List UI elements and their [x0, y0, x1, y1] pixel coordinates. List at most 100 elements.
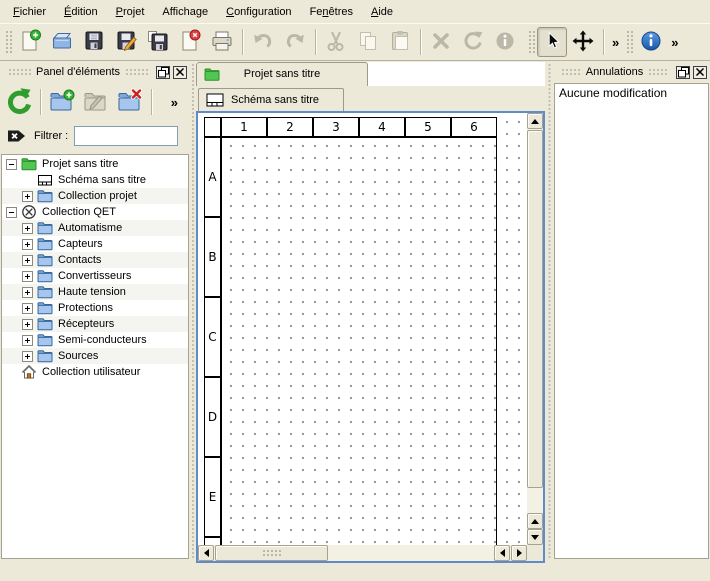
scroll-right-button[interactable] [511, 545, 527, 561]
save-icon [82, 29, 106, 56]
cut-button[interactable] [320, 26, 352, 58]
horizontal-scrollbar[interactable] [198, 545, 527, 561]
move-tool-button[interactable] [567, 26, 599, 58]
toolbar-drag-handle[interactable] [4, 29, 12, 55]
menu-aide[interactable]: Aide [362, 3, 402, 21]
schema-canvas[interactable]: 123456ABCDE [198, 113, 527, 545]
folder-blue-icon [37, 316, 53, 332]
expander-plus-icon[interactable] [22, 271, 33, 282]
undo-history-item[interactable]: Aucune modification [555, 84, 708, 102]
print-button[interactable] [206, 26, 238, 58]
menu-configuration[interactable]: Configuration [217, 3, 300, 21]
menu-fichier[interactable]: Fichier [4, 3, 55, 21]
elements-panel-titlebar[interactable]: Panel d'éléments [0, 64, 190, 80]
delete-button[interactable] [425, 26, 457, 58]
column-header-6: 6 [451, 117, 497, 137]
save-as-button[interactable] [110, 26, 142, 58]
scroll-up-button[interactable] [527, 113, 543, 129]
float-panel-button[interactable] [156, 66, 170, 79]
close-document-button[interactable] [174, 26, 206, 58]
delete-element-button[interactable] [113, 85, 147, 119]
float-panel-button[interactable] [676, 66, 690, 79]
tree-item-collection-utilisateur[interactable]: Collection utilisateur [2, 364, 188, 380]
paste-button[interactable] [384, 26, 416, 58]
schema-tab-label: Schéma sans titre [231, 94, 319, 106]
undo-panel-titlebar[interactable]: Annulations [553, 64, 710, 80]
qet-collection-icon [21, 204, 37, 220]
menu-bar: FichierÉditionProjetAffichageConfigurati… [0, 0, 710, 23]
menu-affichage[interactable]: Affichage [153, 3, 217, 21]
tree-item-collection-projet[interactable]: Collection projet [2, 188, 188, 204]
undo-button[interactable] [247, 26, 279, 58]
menu-projet[interactable]: Projet [107, 3, 154, 21]
expander-plus-icon[interactable] [22, 335, 33, 346]
close-panel-button[interactable] [173, 66, 187, 79]
redo-button[interactable] [279, 26, 311, 58]
rotate-button[interactable] [457, 26, 489, 58]
schema-tab[interactable]: Schéma sans titre [198, 88, 344, 111]
new-document-button[interactable] [14, 26, 46, 58]
expander-plus-icon[interactable] [22, 303, 33, 314]
schema-view[interactable]: 123456ABCDE [196, 111, 545, 563]
expander-plus-icon[interactable] [22, 223, 33, 234]
edit-element-button[interactable] [79, 85, 113, 119]
tree-item-capteurs[interactable]: Capteurs [2, 236, 188, 252]
filter-input[interactable] [74, 126, 178, 146]
vertical-scrollbar[interactable] [527, 113, 543, 545]
vertical-scroll-thumb[interactable] [527, 130, 543, 488]
expander-plus-icon[interactable] [22, 191, 33, 202]
scroll-left-button-2[interactable] [494, 545, 510, 561]
tree-item-label: Automatisme [58, 222, 122, 234]
tree-item-collection-qet[interactable]: Collection QET [2, 204, 188, 220]
tree-item-contacts[interactable]: Contacts [2, 252, 188, 268]
clear-filter-button[interactable] [7, 128, 27, 144]
element-info-button[interactable] [489, 26, 521, 58]
expander-plus-icon[interactable] [22, 239, 33, 250]
tree-item-protections[interactable]: Protections [2, 300, 188, 316]
save-button[interactable] [78, 26, 110, 58]
expander-plus-icon[interactable] [22, 319, 33, 330]
expander-plus-icon[interactable] [22, 351, 33, 362]
select-tool-button[interactable] [537, 27, 567, 57]
expander-minus-icon[interactable] [6, 159, 17, 170]
tree-item-recepteurs[interactable]: Récepteurs [2, 316, 188, 332]
scroll-up-button-2[interactable] [527, 513, 543, 529]
folder-blue-icon [37, 300, 53, 316]
folder-blue-icon [37, 188, 53, 204]
project-tab[interactable]: Projet sans titre [196, 62, 368, 86]
menu-fenetres[interactable]: Fenêtres [301, 3, 362, 21]
reload-collections-button[interactable] [2, 85, 36, 119]
copy-button[interactable] [352, 26, 384, 58]
scroll-down-button[interactable] [527, 529, 543, 545]
horizontal-scroll-thumb[interactable] [215, 545, 328, 561]
tree-item-haute-tension[interactable]: Haute tension [2, 284, 188, 300]
expander-plus-icon[interactable] [22, 255, 33, 266]
tree-item-automatisme[interactable]: Automatisme [2, 220, 188, 236]
toolbar-overflow-button[interactable]: » [608, 35, 623, 50]
toolbar-drag-handle[interactable] [527, 29, 535, 55]
tree-item-convertisseurs[interactable]: Convertisseurs [2, 268, 188, 284]
tree-item-sources[interactable]: Sources [2, 348, 188, 364]
toolbar-overflow-button[interactable]: » [667, 35, 682, 50]
open-document-button[interactable] [46, 26, 78, 58]
close-panel-button[interactable] [693, 66, 707, 79]
expander-plus-icon[interactable] [22, 287, 33, 298]
panel-toolbar-overflow-button[interactable]: » [167, 95, 182, 110]
menu-edition[interactable]: Édition [55, 3, 107, 21]
scroll-left-button[interactable] [198, 545, 214, 561]
new-element-button[interactable] [45, 85, 79, 119]
right-dock-splitter[interactable] [546, 62, 553, 559]
save-all-button[interactable] [142, 26, 174, 58]
undo-history-list[interactable]: Aucune modification [554, 83, 709, 559]
tree-item-schema-sans-titre[interactable]: Schéma sans titre [2, 172, 188, 188]
expander-minus-icon[interactable] [6, 207, 17, 218]
toolbar-drag-handle[interactable] [625, 29, 633, 55]
undo-icon [251, 29, 275, 56]
reload-icon [5, 87, 33, 118]
cut-icon [324, 29, 348, 56]
tree-item-projet-sans-titre[interactable]: Projet sans titre [2, 156, 188, 172]
diagram-info-button[interactable] [635, 26, 667, 58]
elements-tree[interactable]: Projet sans titreSchéma sans titreCollec… [1, 154, 189, 559]
arrow-right-icon [517, 549, 522, 557]
tree-item-semi-conducteurs[interactable]: Semi-conducteurs [2, 332, 188, 348]
